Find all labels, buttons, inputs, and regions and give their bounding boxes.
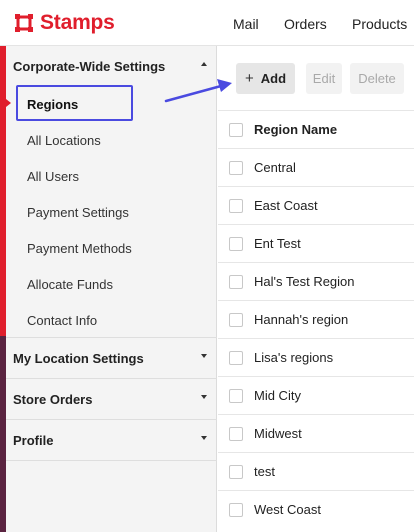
sidebar-item-payment-methods[interactable]: Payment Methods <box>6 230 217 266</box>
delete-button[interactable]: Delete <box>350 63 404 94</box>
brand-name: Stamps <box>40 11 115 34</box>
sidebar-section-title: Corporate-Wide Settings <box>13 58 166 74</box>
sidebar-item-allocate-funds[interactable]: Allocate Funds <box>6 266 217 302</box>
row-checkbox[interactable] <box>229 199 243 213</box>
row-checkbox[interactable] <box>229 503 243 517</box>
sidebar-item-label: Payment Settings <box>27 204 129 220</box>
sidebar-section-title: My Location Settings <box>13 350 144 366</box>
sidebar-item-all-locations[interactable]: All Locations <box>6 122 217 158</box>
region-name-cell: Hannah's region <box>254 312 349 327</box>
active-item-marker-icon <box>6 99 11 107</box>
sidebar-item-label: Contact Info <box>27 312 98 328</box>
sidebar-divider <box>6 460 217 461</box>
row-checkbox[interactable] <box>229 275 243 289</box>
region-name-cell: test <box>254 464 275 479</box>
table-row[interactable]: Lisa's regions <box>218 338 414 376</box>
row-checkbox[interactable] <box>229 237 243 251</box>
region-name-cell: Lisa's regions <box>254 350 334 365</box>
plus-icon: + <box>244 70 254 87</box>
column-header-region-name[interactable]: Region Name <box>254 122 337 137</box>
sidebar-section-store-orders[interactable]: Store Orders <box>6 379 217 419</box>
chevron-up-icon <box>201 62 207 66</box>
sidebar-item-contact-info[interactable]: Contact Info <box>6 302 217 338</box>
table-row[interactable]: Ent Test <box>218 224 414 262</box>
region-name-cell: Central <box>254 160 296 175</box>
sidebar-item-label: Payment Methods <box>27 240 132 256</box>
region-name-cell: East Coast <box>254 198 318 213</box>
table-row[interactable]: West Coast <box>218 490 414 528</box>
sidebar-item-label: All Users <box>27 168 80 184</box>
add-button[interactable]: + Add <box>236 63 295 94</box>
stamps-logo-icon <box>15 14 33 32</box>
region-name-cell: Mid City <box>254 388 301 403</box>
table-row[interactable]: East Coast <box>218 186 414 224</box>
sidebar-item-label: All Locations <box>27 132 101 148</box>
nav-products[interactable]: Products <box>352 16 407 32</box>
add-button-label: Add <box>260 71 287 86</box>
toolbar: + Add Edit Delete <box>218 46 414 110</box>
annotation-highlight-box <box>16 85 133 121</box>
region-name-cell: Ent Test <box>254 236 301 251</box>
sidebar-section-profile[interactable]: Profile <box>6 420 217 460</box>
sidebar-section-corporate[interactable]: Corporate-Wide Settings <box>6 46 217 86</box>
row-checkbox[interactable] <box>229 389 243 403</box>
nav-orders[interactable]: Orders <box>284 16 327 32</box>
sidebar-item-label: Allocate Funds <box>27 276 113 292</box>
select-all-checkbox[interactable] <box>229 123 243 137</box>
stamps-logo[interactable]: Stamps <box>14 11 115 35</box>
table-row[interactable]: Hal's Test Region <box>218 262 414 300</box>
chevron-down-icon <box>201 395 207 399</box>
table-row[interactable]: test <box>218 452 414 490</box>
edit-button[interactable]: Edit <box>306 63 342 94</box>
chevron-down-icon <box>201 354 207 358</box>
region-name-cell: West Coast <box>254 502 321 517</box>
table-row[interactable]: Hannah's region <box>218 300 414 338</box>
row-checkbox[interactable] <box>229 161 243 175</box>
row-checkbox[interactable] <box>229 427 243 441</box>
region-name-cell: Midwest <box>254 426 302 441</box>
table-row[interactable]: Mid City <box>218 376 414 414</box>
region-name-cell: Hal's Test Region <box>254 274 355 289</box>
table-header-row: Region Name <box>218 110 414 148</box>
row-checkbox[interactable] <box>229 313 243 327</box>
sidebar-section-title: Profile <box>13 432 54 448</box>
row-checkbox[interactable] <box>229 465 243 479</box>
table-row[interactable]: Central <box>218 148 414 186</box>
table-row[interactable]: Midwest <box>218 414 414 452</box>
row-checkbox[interactable] <box>229 351 243 365</box>
app-header: Stamps Mail Orders Products <box>0 0 414 46</box>
sidebar-item-all-users[interactable]: All Users <box>6 158 217 194</box>
sidebar-section-my-location[interactable]: My Location Settings <box>6 338 217 378</box>
chevron-down-icon <box>201 436 207 440</box>
sidebar-section-title: Store Orders <box>13 391 93 407</box>
sidebar-item-payment-settings[interactable]: Payment Settings <box>6 194 217 230</box>
nav-mail[interactable]: Mail <box>233 16 259 32</box>
